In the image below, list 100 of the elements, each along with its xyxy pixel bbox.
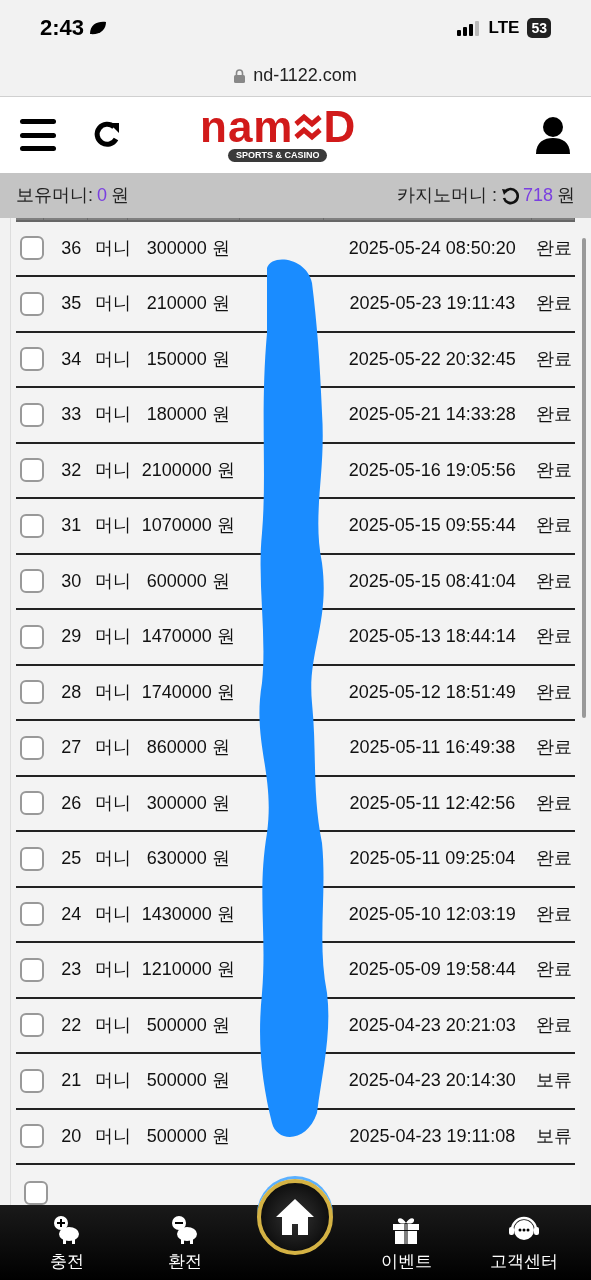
row-status: 완료: [534, 736, 573, 760]
row-amount: 180000 원: [145, 403, 231, 427]
user-icon[interactable]: [535, 116, 571, 154]
row-checkbox[interactable]: [19, 402, 44, 427]
row-type: 머니: [94, 847, 132, 871]
row-number: 33: [60, 403, 83, 427]
row-type: 머니: [94, 625, 132, 649]
row-type: 머니: [94, 292, 132, 316]
row-amount: 630000 원: [145, 847, 231, 871]
row-status: 완료: [534, 292, 573, 316]
piggy-bank-minus-icon: [169, 1214, 200, 1245]
row-status: 완료: [534, 236, 573, 260]
row-status: 완료: [534, 847, 573, 871]
row-number: 31: [60, 514, 83, 538]
row-amount: 300000 원: [145, 791, 231, 815]
row-amount: 300000 원: [145, 236, 231, 260]
nav-tab[interactable]: 고객센터: [479, 1214, 570, 1274]
row-number: 29: [60, 625, 83, 649]
row-amount: 1210000 원: [140, 958, 236, 982]
row-checkbox[interactable]: [19, 1068, 44, 1093]
row-type: 머니: [94, 458, 132, 482]
url-text[interactable]: nd-1122.com: [253, 62, 357, 89]
casino-balance-unit: 원: [557, 184, 575, 207]
row-status: 완료: [534, 514, 573, 538]
row-number: 20: [60, 1124, 83, 1148]
row-amount: 500000 원: [145, 1069, 231, 1093]
row-datetime: 2025-05-23 19:11:43: [348, 292, 517, 316]
row-datetime: 2025-04-23 20:14:30: [347, 1069, 517, 1093]
row-type: 머니: [94, 514, 132, 538]
row-datetime: 2025-05-11 09:25:04: [348, 847, 517, 871]
row-checkbox[interactable]: [19, 957, 44, 982]
row-amount: 860000 원: [145, 736, 231, 760]
row-checkbox[interactable]: [19, 291, 44, 316]
row-datetime: 2025-05-12 18:51:49: [347, 680, 517, 704]
row-datetime: 2025-05-15 09:55:44: [347, 514, 517, 538]
row-status: 완료: [534, 625, 573, 649]
row-number: 34: [60, 347, 83, 371]
row-status: 완료: [534, 958, 573, 982]
row-status: 보류: [534, 1069, 573, 1093]
row-amount: 210000 원: [145, 292, 231, 316]
row-status: 완료: [534, 791, 573, 815]
row-checkbox[interactable]: [19, 735, 44, 760]
row-status: 완료: [534, 347, 573, 371]
row-datetime: 2025-05-15 08:41:04: [347, 569, 517, 593]
row-amount: 600000 원: [145, 569, 231, 593]
row-number: 27: [60, 736, 83, 760]
row-datetime: 2025-05-22 20:32:45: [347, 347, 517, 371]
row-amount: 500000 원: [145, 1013, 231, 1037]
row-status: 완료: [534, 458, 573, 482]
row-checkbox[interactable]: [19, 1124, 44, 1149]
row-datetime: 2025-05-13 18:44:14: [347, 625, 517, 649]
row-checkbox[interactable]: [19, 236, 44, 261]
row-number: 32: [60, 458, 83, 482]
row-type: 머니: [94, 347, 132, 371]
nav-tab[interactable]: 이벤트: [361, 1214, 452, 1274]
row-checkbox[interactable]: [19, 347, 44, 372]
row-status: 완료: [534, 569, 573, 593]
row-number: 35: [60, 292, 83, 316]
row-status: 완료: [534, 680, 573, 704]
row-checkbox[interactable]: [19, 680, 44, 705]
row-type: 머니: [94, 902, 132, 926]
row-number: 23: [60, 958, 83, 982]
casino-balance-value: 718: [522, 184, 553, 207]
row-checkbox[interactable]: [19, 569, 44, 594]
balance-unit: 원: [111, 184, 130, 207]
row-status: 보류: [534, 1124, 573, 1148]
row-type: 머니: [94, 680, 132, 704]
row-number: 26: [60, 791, 83, 815]
row-datetime: 2025-05-11 12:42:56: [348, 791, 517, 815]
row-number: 21: [60, 1069, 83, 1093]
row-type: 머니: [94, 791, 132, 815]
nav-tab[interactable]: 충전: [21, 1214, 112, 1274]
row-checkbox[interactable]: [24, 1181, 48, 1205]
piggy-bank-plus-icon: [51, 1214, 82, 1245]
site-logo[interactable]: nam D SPORTS & CASINO: [200, 107, 356, 162]
scrollbar[interactable]: [582, 238, 586, 718]
row-checkbox[interactable]: [19, 791, 44, 816]
row-datetime: 2025-04-23 19:11:08: [348, 1124, 517, 1148]
row-type: 머니: [94, 403, 132, 427]
row-status: 완료: [534, 403, 573, 427]
row-checkbox[interactable]: [19, 902, 44, 927]
menu-button[interactable]: [20, 119, 56, 151]
row-checkbox[interactable]: [19, 1013, 44, 1038]
row-type: 머니: [94, 1069, 132, 1093]
signal-icon: [456, 19, 481, 36]
row-datetime: 2025-04-23 20:21:03: [347, 1013, 517, 1037]
row-checkbox[interactable]: [19, 458, 44, 483]
refresh-icon[interactable]: [500, 186, 519, 205]
row-status: 완료: [534, 1013, 573, 1037]
row-checkbox[interactable]: [19, 624, 44, 649]
clock-time: 2:43: [40, 14, 85, 42]
row-amount: 1070000 원: [140, 514, 236, 538]
row-number: 22: [60, 1013, 83, 1037]
row-type: 머니: [94, 1013, 132, 1037]
row-checkbox[interactable]: [19, 513, 44, 538]
row-amount: 1470000 원: [140, 625, 236, 649]
nav-tab[interactable]: 환전: [139, 1214, 230, 1274]
row-number: 24: [60, 902, 83, 926]
row-type: 머니: [94, 236, 132, 260]
row-checkbox[interactable]: [19, 846, 44, 871]
